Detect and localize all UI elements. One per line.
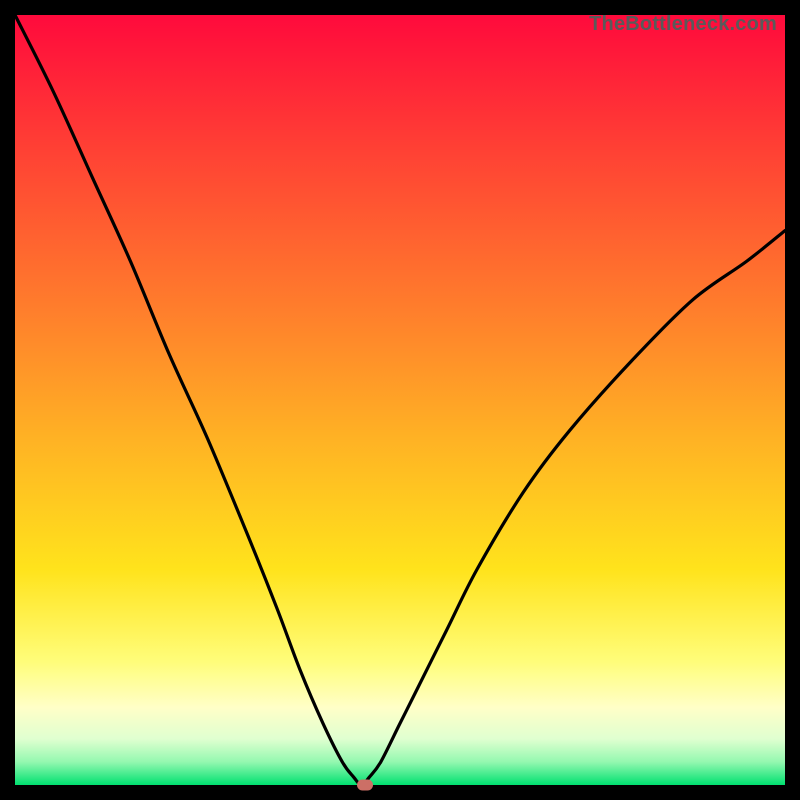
curve-svg [15, 15, 785, 785]
bottleneck-curve [15, 15, 785, 785]
optimum-marker [357, 780, 373, 791]
plot-area: TheBottleneck.com [15, 15, 785, 785]
chart-frame: TheBottleneck.com [0, 0, 800, 800]
